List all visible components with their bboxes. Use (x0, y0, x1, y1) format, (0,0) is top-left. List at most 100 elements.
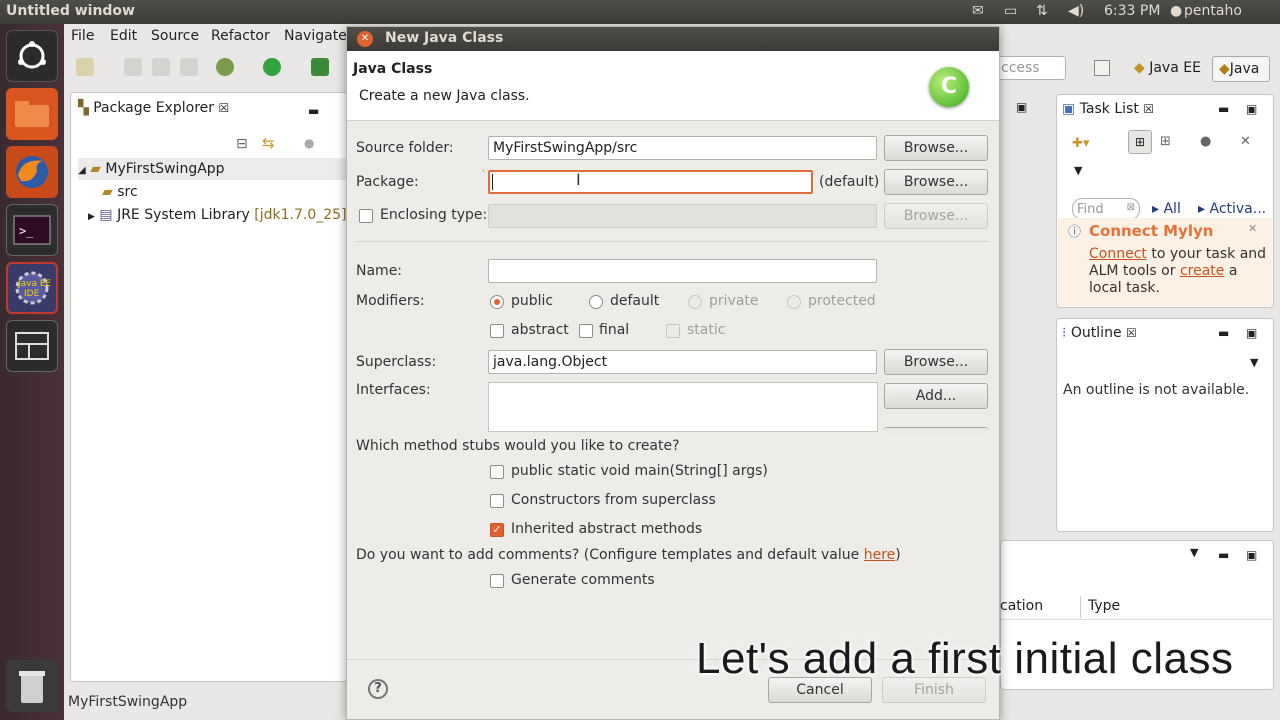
view-menu-icon[interactable]: ▼ (1190, 546, 1198, 559)
sync-icon[interactable]: ✕ (1240, 134, 1251, 149)
public-radio[interactable] (490, 295, 504, 309)
enclosing-type-checkbox[interactable] (359, 209, 373, 223)
configure-here-link[interactable]: here (864, 547, 896, 563)
all-tasks-link[interactable]: ▸ All (1152, 201, 1181, 217)
print-icon[interactable] (180, 58, 198, 76)
view-menu-icon[interactable]: ▼ (1074, 164, 1082, 177)
source-folder-input[interactable]: MyFirstSwingApp/src (488, 136, 877, 160)
browse-source-folder-button[interactable]: Browse... (884, 135, 988, 161)
dash-home-icon[interactable] (6, 30, 58, 82)
maximize-icon[interactable]: ▣ (1246, 548, 1257, 562)
tree-item-project[interactable]: ◢ ▰ MyFirstSwingApp (78, 161, 225, 177)
interfaces-list[interactable] (488, 382, 878, 432)
debug-icon[interactable] (216, 58, 234, 76)
user-name[interactable]: pentaho (1184, 3, 1242, 19)
help-icon[interactable]: ? (368, 679, 388, 699)
main-method-checkbox[interactable] (490, 465, 504, 479)
menu-file[interactable]: File (71, 28, 94, 44)
generate-comments-checkbox[interactable] (490, 574, 504, 588)
tree-item-src[interactable]: ▰ src (102, 184, 138, 200)
tab-package-explorer[interactable]: ▚ Package Explorer ☒ (78, 100, 229, 122)
mail-icon[interactable]: ✉ (972, 3, 984, 19)
private-radio (688, 295, 702, 309)
link-with-editor-icon[interactable]: ⇆ (262, 134, 275, 152)
arrow-icon: ▸ (1152, 201, 1164, 217)
minimize-icon[interactable]: ▬ (1218, 326, 1229, 340)
package-explorer-panel (70, 92, 348, 682)
scheduled-icon[interactable]: ⊞ (1160, 134, 1171, 149)
new-task-icon[interactable]: ✚▾ (1072, 136, 1089, 151)
menu-navigate[interactable]: Navigate (284, 28, 347, 44)
close-icon[interactable]: ☒ (1126, 326, 1137, 340)
menu-edit[interactable]: Edit (110, 28, 137, 44)
package-input[interactable] (488, 170, 813, 194)
close-icon[interactable]: ☒ (1143, 102, 1154, 116)
static-checkbox (666, 324, 680, 338)
trash-icon[interactable] (6, 660, 58, 712)
minimize-icon[interactable]: ▬ (1218, 548, 1229, 562)
terminal-icon[interactable]: >_ (6, 204, 58, 256)
browse-package-button[interactable]: Browse... (884, 169, 988, 195)
task-find-input[interactable]: Find ⊠ (1072, 198, 1140, 220)
battery-icon[interactable]: ▭ (1004, 3, 1017, 19)
perspective-java[interactable]: ◆Java (1212, 56, 1270, 82)
browse-superclass-button[interactable]: Browse... (884, 349, 988, 375)
tab-outline[interactable]: ⁝ Outline ☒ (1062, 325, 1137, 341)
close-icon[interactable]: ☒ (218, 101, 229, 115)
maximize-icon[interactable]: ▣ (1016, 100, 1027, 114)
close-icon[interactable]: ✕ (1248, 222, 1257, 235)
network-icon[interactable]: ⇅ (1036, 3, 1048, 19)
new-java-class-dialog: ✕ New Java Class Java Class Create a new… (346, 26, 1000, 720)
run-external-icon[interactable] (311, 58, 329, 76)
clear-icon[interactable]: ⊠ (1127, 202, 1135, 213)
collapse-all-icon[interactable]: ⊟ (236, 136, 248, 152)
abstract-checkbox[interactable] (490, 324, 504, 338)
add-interface-button[interactable]: Add... (884, 383, 988, 409)
clock[interactable]: 6:33 PM (1104, 3, 1160, 19)
firefox-icon[interactable] (6, 146, 58, 198)
menu-refactor[interactable]: Refactor (211, 28, 270, 44)
view-menu-icon[interactable]: ● (304, 136, 314, 150)
final-checkbox[interactable] (579, 324, 593, 338)
separator (356, 241, 990, 242)
new-icon[interactable] (76, 58, 94, 76)
column-type[interactable]: Type (1088, 598, 1120, 614)
column-location[interactable]: cation (1000, 598, 1043, 614)
inherited-methods-checkbox[interactable] (490, 523, 504, 537)
focus-icon[interactable]: ● (1200, 134, 1211, 149)
tab-task-list[interactable]: ▣ Task List ☒ (1062, 101, 1154, 117)
tree-item-jre[interactable]: ▶ ▤ JRE System Library [jdk1.7.0_25] (88, 207, 347, 223)
files-folder-icon[interactable] (6, 88, 58, 140)
default-radio[interactable] (589, 295, 603, 309)
save-icon[interactable] (124, 58, 142, 76)
collapsed-arrow-icon[interactable]: ▶ (88, 212, 95, 222)
protected-label: protected (808, 293, 876, 309)
save-all-icon[interactable] (152, 58, 170, 76)
minimize-icon[interactable]: ▬ (308, 104, 319, 118)
remove-interface-button[interactable] (884, 427, 988, 433)
expanded-arrow-icon[interactable]: ◢ (78, 165, 86, 176)
menu-source[interactable]: Source (151, 28, 199, 44)
run-icon[interactable] (263, 58, 281, 76)
perspective-java-ee[interactable]: ◆ Java EE (1134, 60, 1201, 76)
view-menu-icon[interactable]: ▼ (1250, 356, 1258, 369)
minimize-icon[interactable]: ▬ (1218, 102, 1229, 116)
activate-task-link[interactable]: ▸ Activa... (1198, 201, 1266, 217)
quick-access-input[interactable]: ccess (996, 56, 1066, 80)
maximize-icon[interactable]: ▣ (1246, 326, 1257, 340)
workspace-switcher-icon[interactable] (6, 320, 58, 372)
modifiers-label: Modifiers: (356, 293, 425, 309)
user-icon[interactable]: ● (1170, 3, 1182, 19)
name-input[interactable] (488, 259, 877, 283)
mylyn-create-link[interactable]: create (1180, 263, 1224, 279)
maximize-icon[interactable]: ▣ (1246, 102, 1257, 116)
constructors-checkbox[interactable] (490, 494, 504, 508)
volume-icon[interactable]: ◀) (1068, 3, 1084, 19)
close-icon[interactable]: ✕ (357, 31, 373, 47)
categorized-icon[interactable]: ⊞ (1128, 130, 1152, 154)
superclass-input[interactable]: java.lang.Object (488, 350, 877, 374)
ibeam-cursor-icon: I (576, 170, 581, 189)
mylyn-connect-link[interactable]: Connect (1089, 246, 1147, 262)
java-ee-ide-icon[interactable]: Java EE IDE (6, 262, 58, 314)
open-perspective-icon[interactable] (1094, 60, 1110, 76)
